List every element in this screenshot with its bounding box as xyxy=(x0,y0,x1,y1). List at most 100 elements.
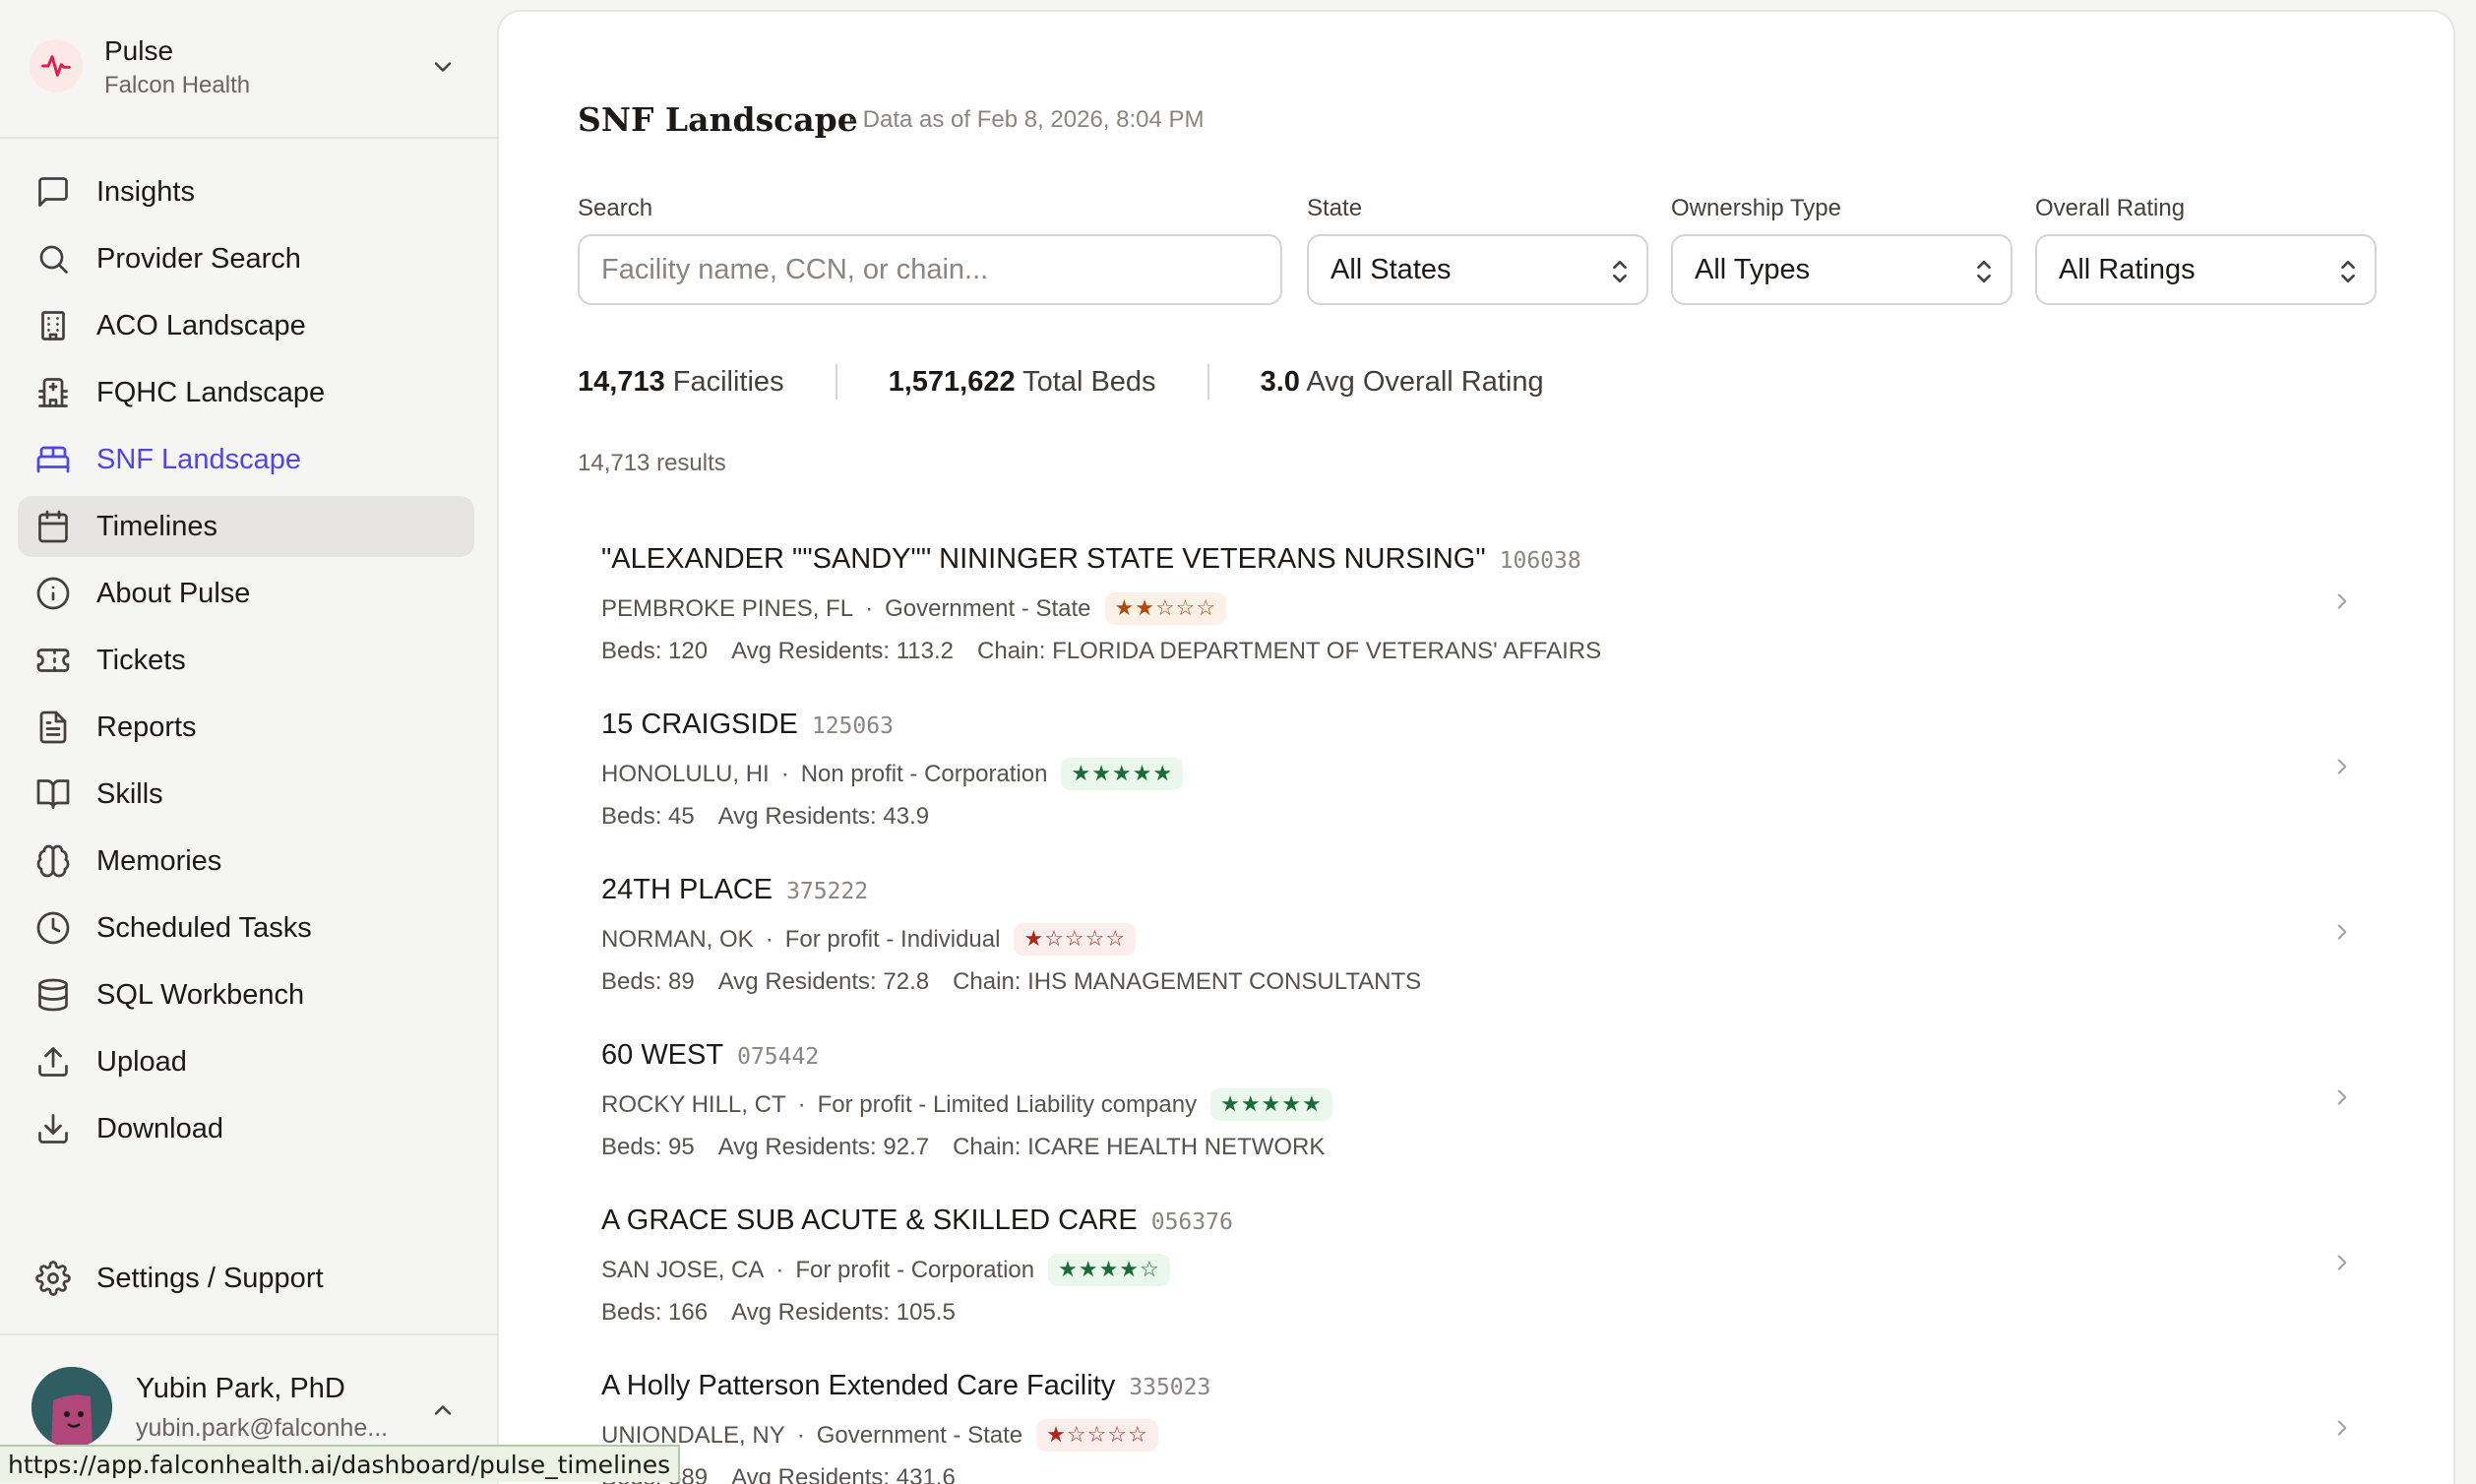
facility-location: NORMAN, OK xyxy=(601,925,754,953)
sidebar-item-aco-landscape[interactable]: ACO Landscape xyxy=(18,295,474,356)
sidebar-item-memories[interactable]: Memories xyxy=(18,831,474,892)
main-panel: SNF Landscape · Data as of Feb 8, 2026, … xyxy=(497,10,2455,1484)
facility-row[interactable]: "ALEXANDER ""SANDY"" NININGER STATE VETE… xyxy=(578,524,2379,689)
sidebar-item-label: Settings / Support xyxy=(96,1262,324,1294)
facility-row[interactable]: 15 CRAIGSIDE 125063 HONOLULU, HI · Non profi… xyxy=(578,689,2379,854)
divider xyxy=(835,364,837,400)
status-bar-url: https://app.falconhealth.ai/dashboard/pu… xyxy=(0,1445,681,1482)
app-name: Pulse xyxy=(104,35,174,66)
sidebar-item-download[interactable]: Download xyxy=(18,1098,474,1159)
chevron-right-icon xyxy=(2327,1081,2357,1114)
facility-ownership: For profit - Individual xyxy=(784,925,1001,953)
star-rating-badge: ★★★★★ xyxy=(1061,758,1184,790)
state-select[interactable]: All States xyxy=(1307,234,1648,305)
page-title: SNF Landscape xyxy=(578,100,858,139)
sidebar-item-settings-support[interactable]: Settings / Support xyxy=(18,1248,474,1309)
sidebar-item-insights[interactable]: Insights xyxy=(18,161,474,222)
chevrons-up-down-icon xyxy=(1975,258,1993,293)
sidebar-item-timelines[interactable]: Timelines xyxy=(18,496,474,557)
facility-location: ROCKY HILL, CT xyxy=(601,1090,786,1118)
stat-label: Facilities xyxy=(672,365,784,398)
sidebar-item-upload[interactable]: Upload xyxy=(18,1031,474,1092)
separator-dot: · xyxy=(865,594,874,622)
facility-avg-residents: Avg Residents: 72.8 xyxy=(717,968,930,995)
overall-rating-label: Overall Rating xyxy=(2035,195,2186,221)
user-name: Yubin Park, PhD xyxy=(136,1373,345,1404)
facility-meta: ROCKY HILL, CT · For profit - Limited Liab… xyxy=(601,1088,1332,1121)
facility-details: Beds: 95 Avg Residents: 92.7 Chain: ICARE … xyxy=(601,1134,1348,1161)
facility-name: 60 WEST xyxy=(601,1039,724,1071)
state-label: State xyxy=(1307,195,1363,221)
facility-name-line: "ALEXANDER ""SANDY"" NININGER STATE VETE… xyxy=(601,543,1581,576)
star-rating-badge: ★★★★☆ xyxy=(1048,1254,1170,1286)
chevron-right-icon xyxy=(2327,915,2357,949)
chevron-down-icon[interactable] xyxy=(425,51,461,83)
sidebar-item-provider-search[interactable]: Provider Search xyxy=(18,228,474,289)
facility-row[interactable]: A GRACE SUB ACUTE & SKILLED CARE 056376 SA… xyxy=(578,1185,2379,1350)
stat-value: 14,713 xyxy=(578,365,665,398)
sidebar-item-snf-landscape[interactable]: SNF Landscape xyxy=(18,429,474,490)
building-icon xyxy=(33,306,73,345)
chevron-up-icon[interactable] xyxy=(425,1394,461,1426)
facility-row[interactable]: A Holly Patterson Extended Care Facility… xyxy=(578,1350,2379,1484)
sidebar-item-about-pulse[interactable]: About Pulse xyxy=(18,563,474,624)
ownership-type-select[interactable]: All Types xyxy=(1671,234,2012,305)
sidebar-item-skills[interactable]: Skills xyxy=(18,764,474,825)
sidebar-item-label: Upload xyxy=(96,1045,187,1078)
overall-rating-select[interactable]: All Ratings xyxy=(2035,234,2377,305)
facility-beds: Beds: 166 xyxy=(601,1299,709,1326)
facility-avg-residents: Avg Residents: 113.2 xyxy=(731,638,955,664)
sidebar-item-label: Provider Search xyxy=(96,242,301,275)
result-count: 14,713 results xyxy=(578,450,726,476)
stat-value: 3.0 xyxy=(1260,365,1300,398)
facility-name-line: 15 CRAIGSIDE 125063 xyxy=(601,709,894,741)
sidebar-item-label: Insights xyxy=(96,175,195,208)
facility-meta: NORMAN, OK · For profit - Individual ★☆☆☆☆ xyxy=(601,923,1137,956)
stat-value: 1,571,622 xyxy=(888,365,1016,398)
database-icon xyxy=(33,975,73,1015)
hospital-icon xyxy=(33,373,73,412)
search-icon xyxy=(33,239,73,278)
sidebar-item-fqhc-landscape[interactable]: FQHC Landscape xyxy=(18,362,474,423)
chevrons-up-down-icon xyxy=(1611,258,1629,293)
facility-ccn: 125063 xyxy=(811,713,894,739)
facility-location: PEMBROKE PINES, FL xyxy=(601,594,854,622)
facility-name-line: A GRACE SUB ACUTE & SKILLED CARE 056376 xyxy=(601,1205,1233,1237)
organization-name: Falcon Health xyxy=(104,72,251,98)
separator-dot: · xyxy=(780,760,789,787)
chevron-right-icon xyxy=(2327,1246,2357,1279)
sidebar-nav: Insights Provider Search ACO Landscape FQHC… xyxy=(18,161,474,1165)
sidebar: Pulse Falcon Health Insights Provider Sea… xyxy=(0,0,497,1484)
sidebar-item-sql-workbench[interactable]: SQL Workbench xyxy=(18,964,474,1025)
facility-name: 24TH PLACE xyxy=(601,874,774,905)
facility-row[interactable]: 60 WEST 075442 ROCKY HILL, CT · For profit -… xyxy=(578,1020,2379,1185)
facility-beds: Beds: 89 xyxy=(601,968,695,995)
facility-avg-residents: Avg Residents: 43.9 xyxy=(717,803,930,830)
search-input[interactable] xyxy=(578,234,1282,305)
facility-beds: Beds: 45 xyxy=(601,803,695,830)
book-open-icon xyxy=(33,774,73,814)
facility-meta: HONOLULU, HI · Non profit - Corporation ★★★… xyxy=(601,758,1184,790)
facility-ccn: 335023 xyxy=(1129,1375,1211,1400)
chevron-right-icon xyxy=(2327,750,2357,783)
sidebar-item-tickets[interactable]: Tickets xyxy=(18,630,474,691)
facility-meta: SAN JOSE, CA · For profit - Corporation ★★★… xyxy=(601,1254,1170,1286)
sidebar-item-reports[interactable]: Reports xyxy=(18,697,474,758)
facility-row[interactable]: 24TH PLACE 375222 NORMAN, OK · For profit - … xyxy=(578,854,2379,1020)
stat-avg-rating: 3.0 Avg Overall Rating xyxy=(1261,366,1544,399)
sidebar-item-label: Skills xyxy=(96,777,163,810)
sidebar-item-label: FQHC Landscape xyxy=(96,376,326,408)
summary-stats: 14,713 Facilities 1,571,622 Total Beds 3… xyxy=(578,362,1544,402)
download-icon xyxy=(33,1109,73,1148)
sidebar-item-label: Tickets xyxy=(96,644,186,676)
sidebar-item-scheduled-tasks[interactable]: Scheduled Tasks xyxy=(18,897,474,958)
facility-details: Beds: 120 Avg Residents: 113.2 Chain: FLOR… xyxy=(601,638,1625,665)
facility-ownership: For profit - Corporation xyxy=(795,1256,1035,1283)
facility-details: Beds: 166 Avg Residents: 105.5 xyxy=(601,1299,979,1327)
separator-dot: · xyxy=(765,925,774,953)
facility-name: 15 CRAIGSIDE xyxy=(601,709,798,740)
stat-label: Avg Overall Rating xyxy=(1306,365,1544,398)
workspace-switcher[interactable]: Pulse Falcon Health xyxy=(0,0,497,139)
facility-ownership: Government - State xyxy=(816,1421,1023,1449)
facility-chain: Chain: FLORIDA DEPARTMENT OF VETERANS' A… xyxy=(977,638,1602,664)
